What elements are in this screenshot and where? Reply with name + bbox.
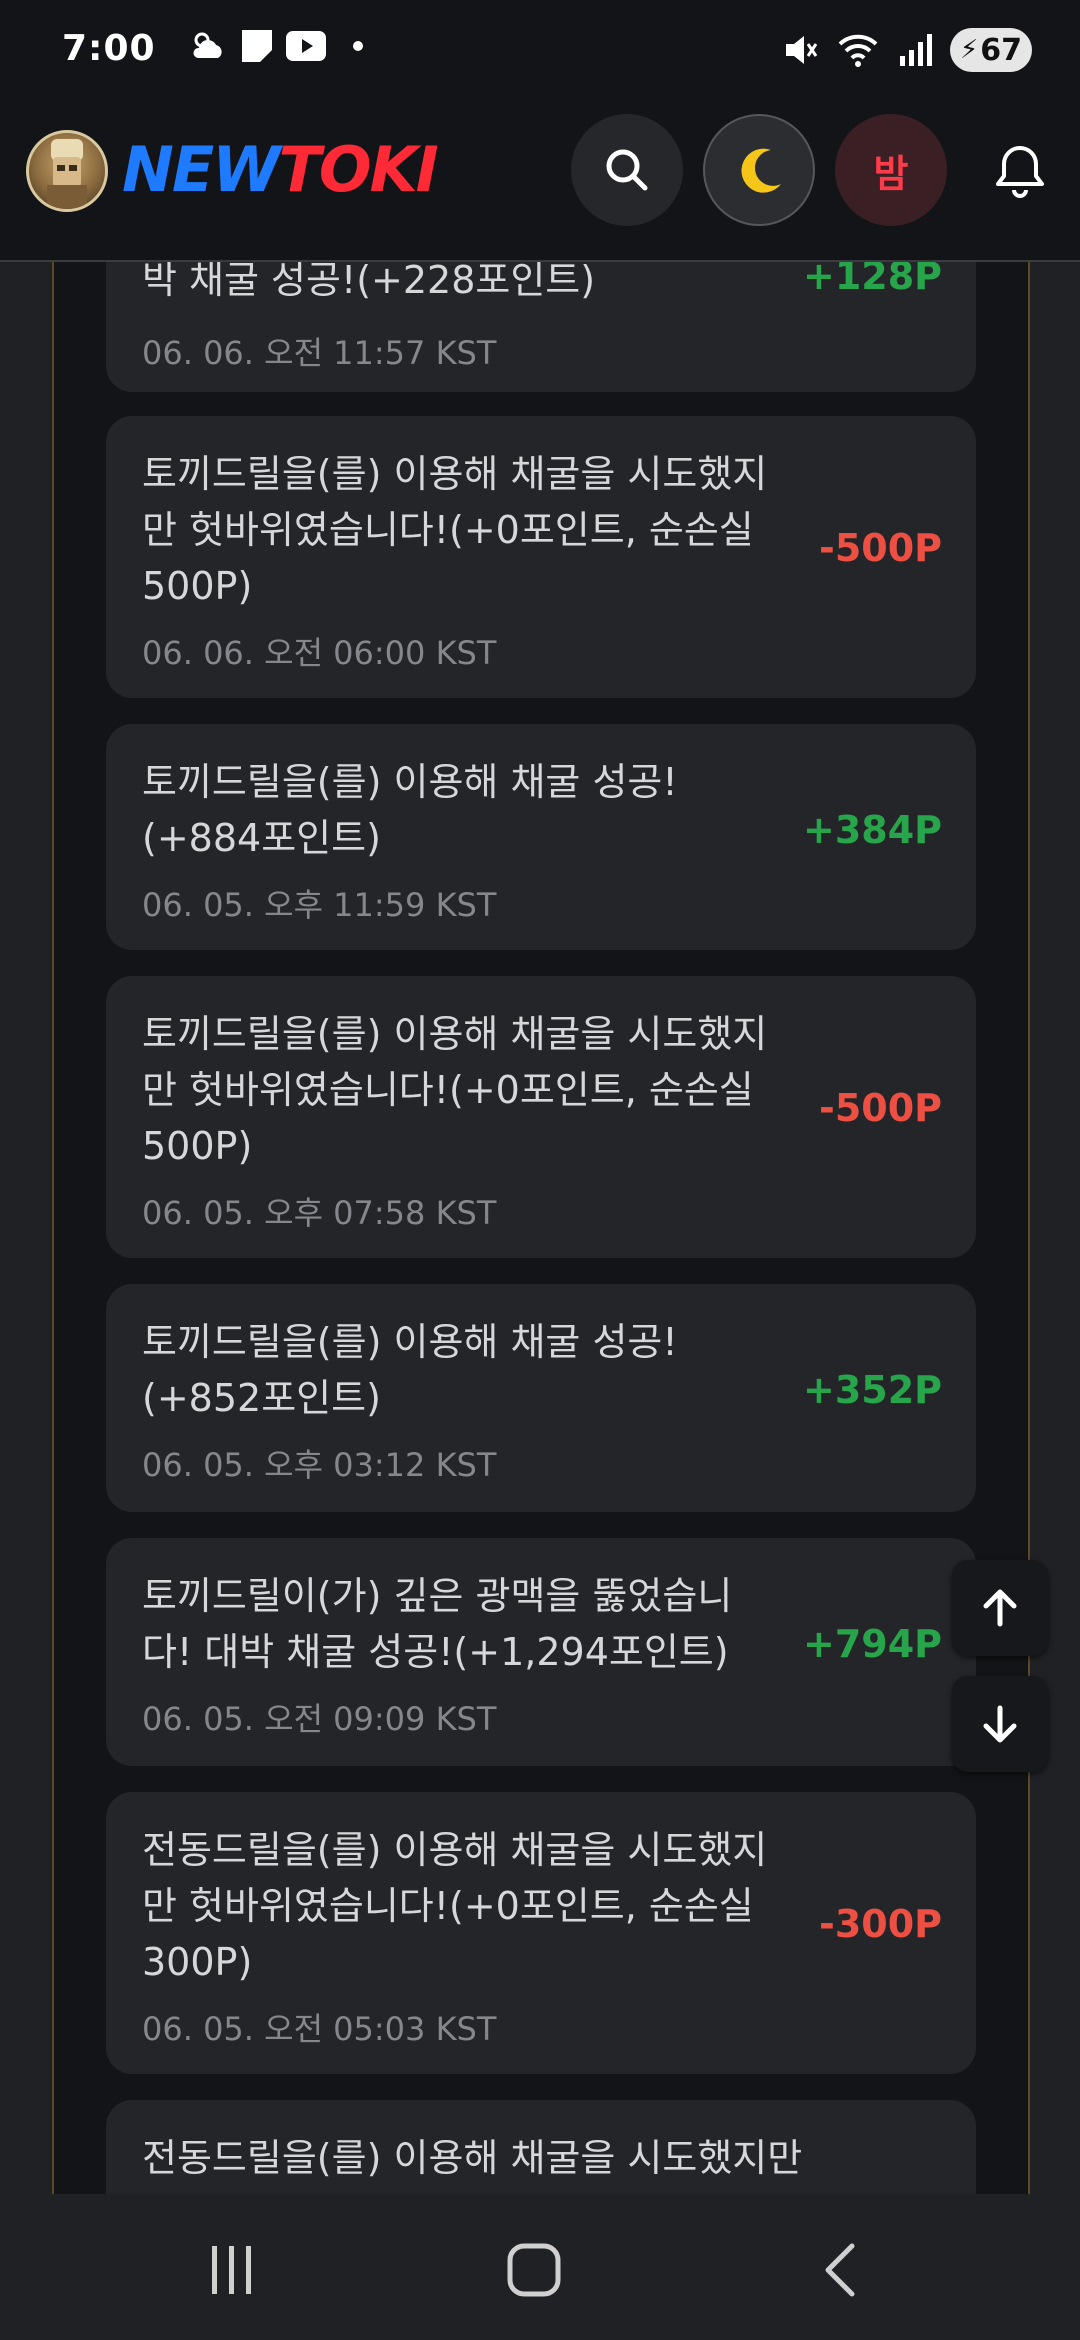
history-text: 토끼드릴을(를) 이용해 채굴 성공!(+884포인트): [142, 760, 678, 860]
history-text: 박 채굴 성공!(+228포인트): [142, 262, 596, 302]
history-points: -500P: [819, 526, 942, 570]
history-points: +352P: [802, 1368, 942, 1412]
dot-icon: [353, 41, 363, 51]
battery-icon: ⚡ 67: [949, 28, 1032, 72]
history-text: 토끼드릴이(가) 깊은 광맥을 뚫었습니다! 대박 채굴 성공!(+1,294포…: [142, 1574, 733, 1674]
bell-icon[interactable]: [990, 140, 1050, 200]
avatar[interactable]: [26, 130, 108, 212]
history-time: 06. 06. 오전 06:00 KST: [142, 634, 497, 672]
recents-icon[interactable]: [202, 2240, 262, 2300]
history-points: -300P: [819, 1902, 942, 1946]
history-text: 토끼드릴을(를) 이용해 채굴을 시도했지만 헛바위였습니다!(+0포인트, 순…: [142, 452, 768, 608]
history-time: 06. 05. 오전 09:09 KST: [142, 1700, 497, 1738]
signal-icon: [899, 34, 932, 66]
history-card: 토끼드릴을(를) 이용해 채굴 성공!(+852포인트) 06. 05. 오후 …: [106, 1284, 976, 1512]
system-nav-bar: [0, 2194, 1080, 2340]
history-points: -500P: [819, 1086, 942, 1130]
scroll-bottom-button[interactable]: [952, 1676, 1048, 1772]
history-text: 토끼드릴을(를) 이용해 채굴 성공!(+852포인트): [142, 1320, 678, 1420]
logo-new: NEW: [122, 133, 281, 206]
history-card: 토끼드릴을(를) 이용해 채굴을 시도했지만 헛바위였습니다!(+0포인트, 순…: [106, 416, 976, 698]
history-text: 토끼드릴을(를) 이용해 채굴을 시도했지만 헛바위였습니다!(+0포인트, 순…: [142, 1012, 768, 1168]
history-card: 박 채굴 성공!(+228포인트) 06. 06. 오전 11:57 KST +…: [106, 262, 976, 392]
night-toggle-button[interactable]: 밤: [835, 114, 947, 226]
history-card: 전동드릴을(를) 이용해 채굴을 시도했지만 헛바위였습니다!(+0포인트, 순…: [106, 1792, 976, 2074]
notes-icon: [242, 30, 272, 62]
history-points: +384P: [802, 808, 942, 852]
moon-icon: [741, 148, 781, 193]
search-button[interactable]: [571, 114, 683, 226]
history-card: 토끼드릴을(를) 이용해 채굴 성공!(+884포인트) 06. 05. 오후 …: [106, 724, 976, 950]
back-icon[interactable]: [810, 2240, 870, 2300]
history-card: 토끼드릴을(를) 이용해 채굴을 시도했지만 헛바위였습니다!(+0포인트, 순…: [106, 976, 976, 1258]
wifi-icon: [838, 34, 878, 67]
history-points: +794P: [802, 1622, 942, 1666]
history-time: 06. 06. 오전 11:57 KST: [142, 334, 497, 372]
scroll-top-button[interactable]: [952, 1560, 1048, 1656]
history-text: 전동드릴을(를) 이용해 채굴을 시도했지만: [142, 2136, 803, 2180]
youtube-icon: [286, 31, 326, 61]
history-time: 06. 05. 오후 03:12 KST: [142, 1446, 497, 1484]
site-logo[interactable]: NEWTOKI: [122, 133, 439, 206]
arrow-down-icon: [983, 1705, 1017, 1743]
history-points: +128P: [802, 262, 942, 298]
status-bar: 7:00 ⚡ 67: [0, 0, 1080, 104]
dark-mode-button[interactable]: [703, 114, 815, 226]
history-card: 토끼드릴이(가) 깊은 광맥을 뚫었습니다! 대박 채굴 성공!(+1,294포…: [106, 1538, 976, 1766]
app-header: NEWTOKI 밤: [0, 104, 1080, 262]
history-time: 06. 05. 오전 05:03 KST: [142, 2010, 497, 2048]
mute-icon: [785, 36, 818, 64]
arrow-up-icon: [983, 1589, 1017, 1627]
logo-toki: TOKI: [278, 133, 439, 206]
history-text: 전동드릴을(를) 이용해 채굴을 시도했지만 헛바위였습니다!(+0포인트, 순…: [142, 1828, 768, 1984]
battery-level: 67: [980, 32, 1022, 68]
status-time: 7:00: [62, 28, 156, 69]
search-icon: [606, 149, 648, 191]
point-history-list: 박 채굴 성공!(+228포인트) 06. 06. 오전 11:57 KST +…: [52, 262, 1030, 2194]
history-time: 06. 05. 오후 07:58 KST: [142, 1194, 497, 1232]
night-label: 밤: [873, 151, 909, 196]
home-icon[interactable]: [504, 2240, 564, 2300]
history-time: 06. 05. 오후 11:59 KST: [142, 886, 497, 924]
history-card: 전동드릴을(를) 이용해 채굴을 시도했지만: [106, 2100, 976, 2194]
weather-icon: [193, 32, 222, 58]
